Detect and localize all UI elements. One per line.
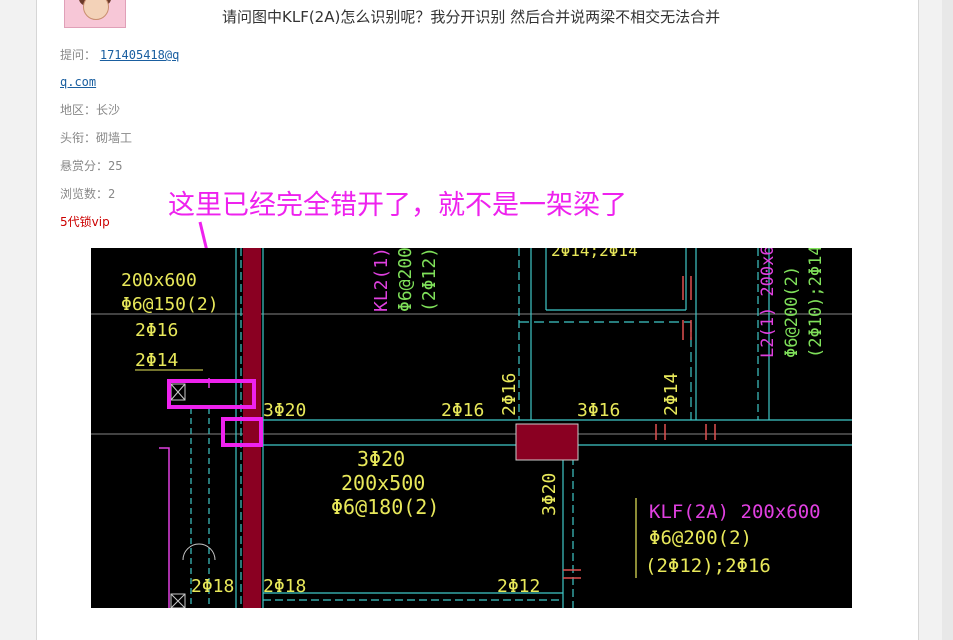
kl2-stirrup: Φ6@200	[395, 248, 416, 312]
l2-bars: (2Φ10);2Φ14	[806, 248, 826, 358]
klf-label: KLF(2A) 200x600	[649, 501, 821, 523]
top-mid-label: 2Φ14;2Φ14	[551, 248, 638, 260]
row-label-2phi14-vertical: 2Φ14	[661, 373, 682, 416]
left-beam-size: 200x600	[121, 270, 197, 291]
kl2-bars: (2Φ12);4	[419, 248, 440, 312]
bottom-label-2: 2Φ18	[263, 576, 306, 597]
l2-label: L2(1) 200x6	[758, 248, 778, 358]
bottom-label-3: 2Φ12	[497, 576, 540, 597]
bottom-label-1: 2Φ18	[191, 576, 234, 597]
cad-drawing: 200x600 Φ6@150(2) 2Φ16 2Φ14 KL2(1) 2 Φ6@…	[91, 248, 852, 608]
kl2-label: KL2(1) 2	[371, 248, 392, 312]
left-beam-bottom-bar: 2Φ14	[135, 350, 178, 371]
l2-stirrup: Φ6@200(2)	[782, 266, 802, 358]
row-label-3phi20: 3Φ20	[263, 400, 306, 421]
klf-bars: (2Φ12);2Φ16	[645, 555, 771, 577]
cad-column-left	[243, 248, 261, 608]
mid-beam-size: 200x500	[341, 471, 425, 495]
row-label-2phi16: 2Φ16	[441, 400, 484, 421]
left-beam-top-bar: 2Φ16	[135, 320, 178, 341]
row-label-2phi16-vertical: 2Φ16	[499, 373, 520, 416]
vertical-3phi20: 3Φ20	[539, 473, 560, 516]
mid-beam-bar: 3Φ20	[357, 447, 405, 471]
left-beam-stirrup: Φ6@150(2)	[121, 294, 219, 315]
row-label-3phi16: 3Φ16	[577, 400, 620, 421]
klf-stirrup: Φ6@200(2)	[649, 527, 752, 549]
cad-column-center	[515, 423, 579, 461]
mid-beam-stirrup: Φ6@180(2)	[331, 495, 439, 519]
